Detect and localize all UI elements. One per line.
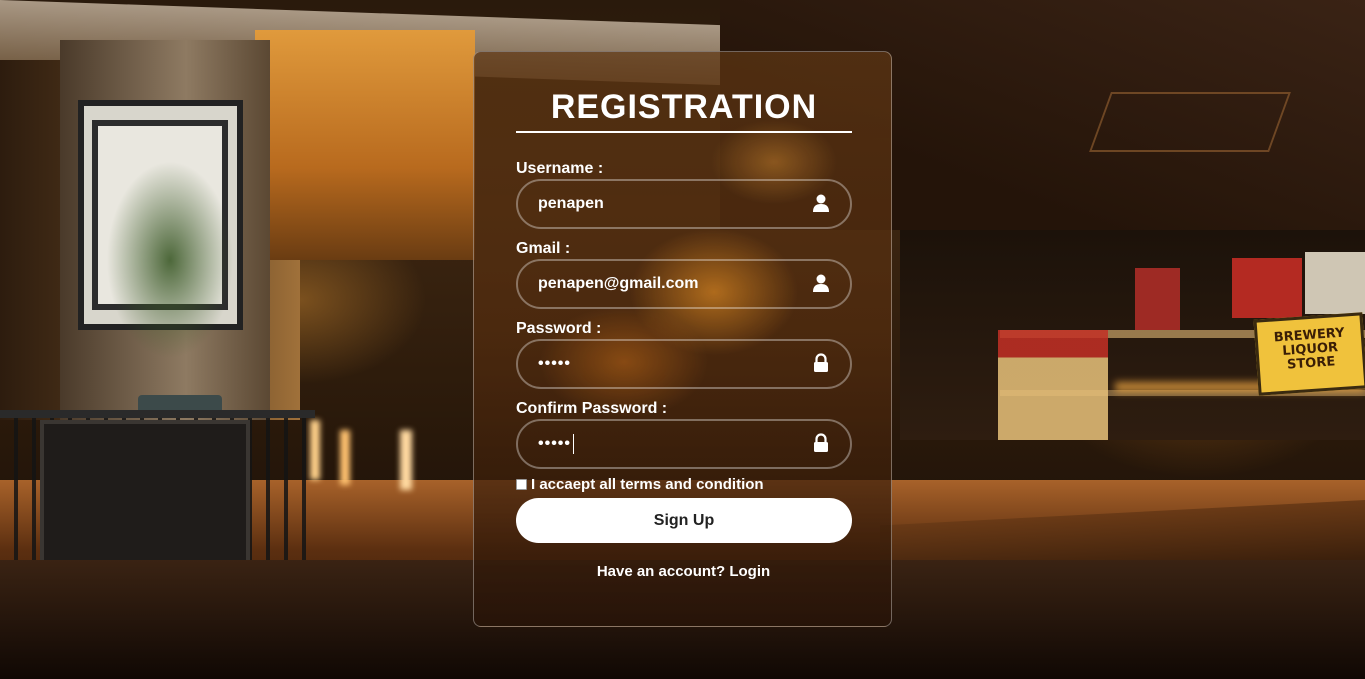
user-icon [812,273,830,293]
login-prompt-text: Have an account? [596,563,726,580]
lock-icon [812,353,830,373]
gmail-field[interactable] [516,259,852,309]
username-field[interactable] [516,179,852,229]
registration-card: REGISTRATION Username : Gmail : Password… [473,51,892,627]
username-input[interactable] [538,181,808,227]
plant [80,130,260,400]
text-caret [573,434,574,454]
gmail-input[interactable] [538,261,808,307]
light-glow [340,430,350,485]
gmail-label: Gmail : [516,240,571,257]
lock-icon [812,433,830,453]
confirm-password-label: Confirm Password : [516,400,668,417]
popcorn-machine [998,330,1108,440]
password-input[interactable] [538,341,808,387]
terms-checkbox[interactable] [516,478,527,490]
terms-label[interactable]: I accaept all terms and condition [531,476,764,493]
terms-row: I accaept all terms and condition [516,476,764,493]
books [1305,252,1365,314]
confirm-password-input[interactable] [538,421,808,467]
username-label: Username : [516,160,604,177]
books [1135,268,1180,330]
confirm-password-field[interactable] [516,419,852,469]
chalkboard [40,420,250,580]
user-icon [812,193,830,213]
orange-wall [255,30,475,260]
login-link[interactable]: Login [729,563,770,580]
login-prompt: Have an account? Login [474,563,893,580]
password-field[interactable] [516,339,852,389]
form-title: REGISTRATION [516,88,852,133]
brewery-sign: BREWERY LIQUOR STORE [1253,312,1365,396]
password-label: Password : [516,320,602,337]
light-glow [400,430,412,490]
ceiling-panel [1089,92,1291,152]
sign-up-button[interactable]: Sign Up [516,498,852,543]
books [1232,258,1302,318]
